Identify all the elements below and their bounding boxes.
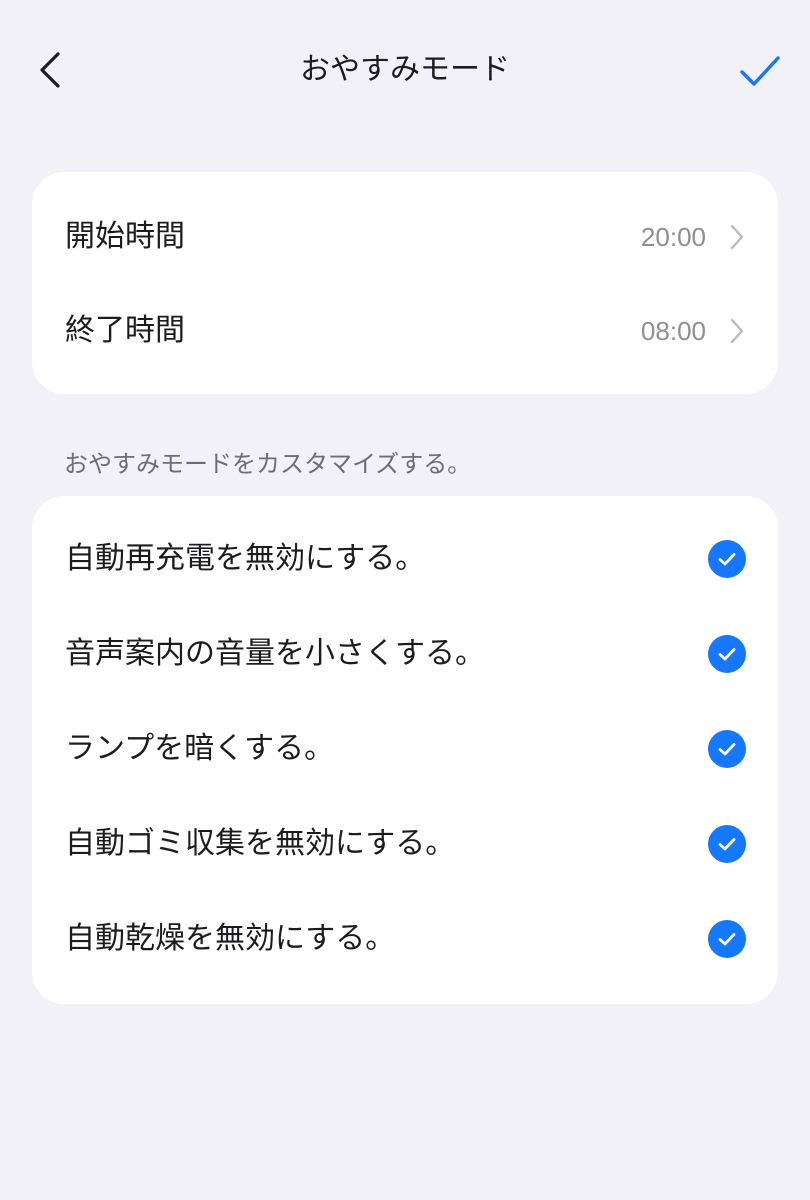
confirm-button[interactable] — [736, 52, 784, 92]
option-row[interactable]: ランプを暗くする。 — [32, 702, 778, 796]
chevron-right-icon — [730, 318, 744, 344]
nav-bar: おやすみモード — [0, 0, 810, 140]
end-time-value: 08:00 — [640, 316, 706, 346]
checkmark-icon — [740, 56, 780, 86]
end-time-label: 終了時間 — [65, 313, 185, 348]
end-time-row[interactable]: 終了時間 08:00 — [32, 284, 778, 378]
schedule-card: 開始時間 20:00 終了時間 08:00 — [32, 172, 778, 394]
option-row[interactable]: 自動再充電を無効にする。 — [32, 512, 778, 606]
option-row[interactable]: 音声案内の音量を小さくする。 — [32, 607, 778, 701]
option-label: 自動乾燥を無効にする。 — [65, 921, 396, 956]
option-label: 自動再充電を無効にする。 — [65, 541, 426, 576]
checked-circle-icon[interactable] — [708, 825, 746, 863]
start-time-value: 20:00 — [640, 222, 706, 252]
option-label: ランプを暗くする。 — [65, 731, 335, 766]
checked-circle-icon[interactable] — [708, 730, 746, 768]
option-label: 音声案内の音量を小さくする。 — [65, 636, 485, 671]
option-row[interactable]: 自動乾燥を無効にする。 — [32, 892, 778, 986]
option-row[interactable]: 自動ゴミ収集を無効にする。 — [32, 797, 778, 891]
start-time-label: 開始時間 — [65, 219, 185, 254]
customize-caption: おやすみモードをカスタマイズする。 — [64, 450, 472, 478]
start-time-row[interactable]: 開始時間 20:00 — [32, 190, 778, 284]
page-title: おやすみモード — [300, 52, 510, 87]
chevron-right-icon — [730, 224, 744, 250]
checked-circle-icon[interactable] — [708, 540, 746, 578]
option-label: 自動ゴミ収集を無効にする。 — [65, 826, 456, 861]
checked-circle-icon[interactable] — [708, 920, 746, 958]
options-card: 自動再充電を無効にする。 音声案内の音量を小さくする。 ランプを暗くする。 自動… — [32, 496, 778, 1004]
checked-circle-icon[interactable] — [708, 635, 746, 673]
